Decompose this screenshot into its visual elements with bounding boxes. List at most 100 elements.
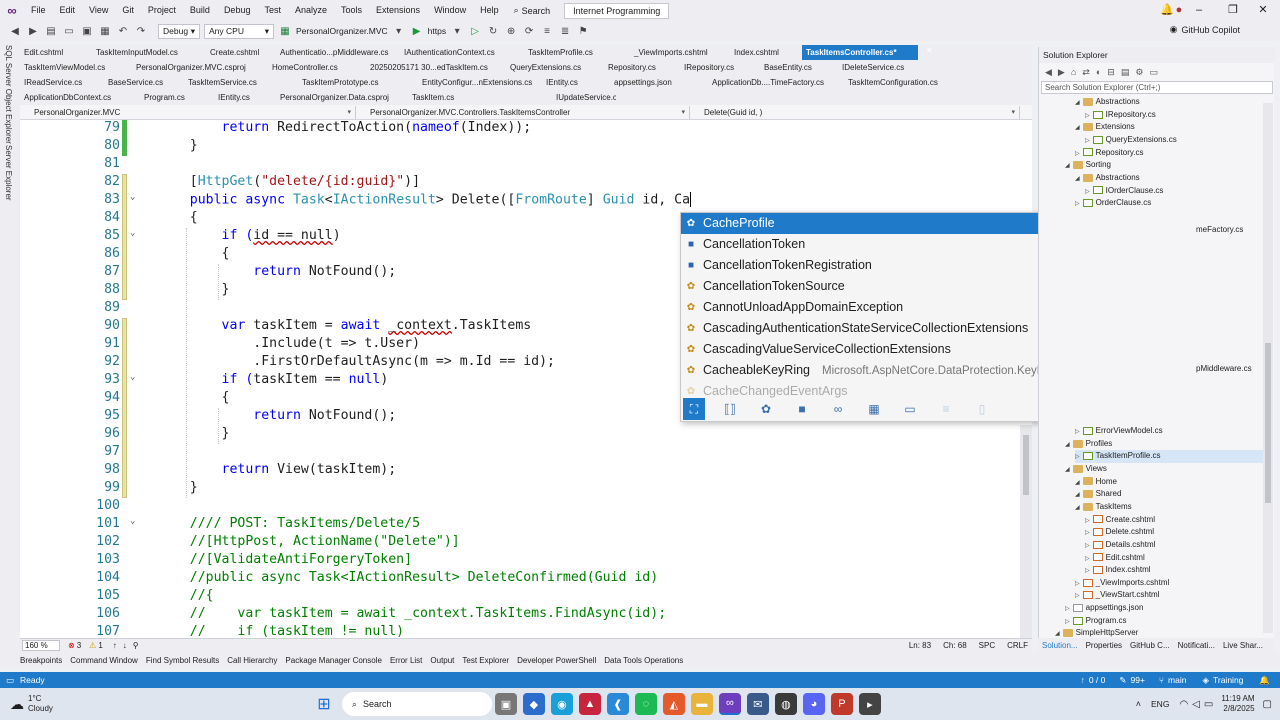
chevron-down-icon[interactable]: ◢: [1075, 505, 1080, 511]
document-tab[interactable]: TaskItem.cs: [408, 90, 552, 105]
hot-reload-icon[interactable]: ↻: [486, 24, 500, 38]
folder-icon[interactable]: ▬: [690, 693, 713, 715]
up-icon[interactable]: ↑: [113, 641, 117, 650]
scrollbar-thumb[interactable]: [1265, 343, 1271, 503]
config-dropdown[interactable]: Debug ▾: [158, 23, 200, 39]
refresh-icon[interactable]: ⟳: [522, 24, 536, 38]
fold-toggle-icon[interactable]: ⌄: [130, 228, 135, 238]
tree-item[interactable]: ▷ Details.cshtml: [1085, 539, 1263, 552]
code-format-icon[interactable]: ≡: [540, 24, 554, 38]
minimize-button[interactable]: –: [1182, 0, 1216, 21]
tree-item[interactable]: ▷ OrderClause.cs: [1075, 197, 1263, 210]
tree-item[interactable]: ◢ Views: [1065, 463, 1263, 476]
home-icon[interactable]: ⌂: [1071, 67, 1076, 77]
menu-debug[interactable]: Debug: [217, 0, 258, 21]
chevron-down-icon[interactable]: ◢: [1075, 480, 1080, 486]
fold-toggle-icon[interactable]: ⌄: [130, 372, 135, 382]
tree-item[interactable]: ▷ Repository.cs: [1075, 147, 1263, 160]
tree-item[interactable]: ▷ Edit.cshtml: [1085, 552, 1263, 565]
forward-icon[interactable]: ▶: [1058, 67, 1065, 78]
mail-icon[interactable]: ✉: [746, 693, 769, 715]
document-tab[interactable]: ApplicationDb....TimeFactory.cs: [708, 75, 844, 90]
chevron-down-icon[interactable]: ◢: [1075, 492, 1080, 498]
menu-extensions[interactable]: Extensions: [369, 0, 427, 21]
chevron-right-icon[interactable]: ▷: [1085, 556, 1090, 562]
menu-window[interactable]: Window: [427, 0, 473, 21]
powerpoint-icon[interactable]: P: [830, 693, 853, 715]
menu-help[interactable]: Help: [473, 0, 506, 21]
document-tab[interactable]: IEntity.cs: [542, 75, 610, 90]
panel-tab[interactable]: GitHub C...: [1130, 641, 1170, 650]
document-tab[interactable]: TaskItemsController.cs*: [802, 45, 918, 60]
bookmark-icon[interactable]: ⚑: [576, 24, 590, 38]
tree-item[interactable]: ◢ Profiles: [1065, 438, 1263, 451]
chevron-right-icon[interactable]: ▷: [1085, 113, 1090, 119]
chevron-right-icon[interactable]: ▷: [1075, 151, 1080, 157]
document-tab[interactable]: Repository.cs: [604, 60, 680, 75]
task-view-icon[interactable]: ▣: [494, 693, 517, 715]
close-button[interactable]: ✕: [1246, 0, 1280, 21]
namespace-filter-icon[interactable]: ▦: [863, 398, 885, 420]
chevron-down-icon[interactable]: ◢: [1055, 631, 1060, 637]
sql-server-object-explorer-tab[interactable]: SQL Server Object Explorer: [4, 45, 13, 144]
document-tab[interactable]: Index.cshtml: [730, 45, 802, 60]
expand-filter-icon[interactable]: ⛶: [683, 398, 705, 420]
document-tab[interactable]: PersonalOrganizer.MVC.csproj: [132, 60, 268, 75]
class-filter-icon[interactable]: ✿: [755, 398, 777, 420]
language-indicator[interactable]: ENG: [1151, 699, 1169, 709]
chevron-right-icon[interactable]: ▷: [1085, 543, 1090, 549]
menu-file[interactable]: File: [24, 0, 53, 21]
menu-tools[interactable]: Tools: [334, 0, 369, 21]
tree-item[interactable]: ▷ appsettings.json: [1065, 602, 1263, 615]
tree-item[interactable]: ▷ Create.cshtml: [1085, 514, 1263, 527]
fold-toggle-icon[interactable]: ⌄: [130, 192, 135, 202]
visual-studio-app-icon[interactable]: ∞: [718, 693, 741, 715]
panel-tab[interactable]: Solution...: [1042, 641, 1078, 650]
tree-item[interactable]: ◢ TaskItems: [1075, 501, 1263, 514]
chevron-right-icon[interactable]: ▷: [1065, 606, 1070, 612]
menu-project[interactable]: Project: [141, 0, 183, 21]
tree-item[interactable]: ▷ Program.cs: [1065, 615, 1263, 628]
battery-icon[interactable]: ▭: [1204, 699, 1213, 710]
panel-tab[interactable]: Properties: [1086, 641, 1122, 650]
down-icon[interactable]: ↓: [123, 641, 127, 650]
tool-window-tab[interactable]: Breakpoints: [20, 656, 62, 665]
server-explorer-tab[interactable]: Server Explorer: [4, 145, 13, 201]
browser-link-icon[interactable]: ⊕: [504, 24, 518, 38]
brave-icon[interactable]: ◭: [662, 693, 685, 715]
app-icon[interactable]: ▲: [578, 693, 601, 715]
document-tab[interactable]: EntityConfigur...nExtensions.cs: [418, 75, 542, 90]
tree-item[interactable]: ▷ IRepository.cs: [1085, 109, 1263, 122]
tree-item[interactable]: ▷ TaskItemProfile.cs: [1075, 450, 1263, 463]
snippet-filter-icon[interactable]: ⟦⟧: [719, 398, 741, 420]
project-tab[interactable]: Internet Programming: [564, 2, 670, 19]
chevron-right-icon[interactable]: ▷: [1075, 581, 1080, 587]
tool-window-tab[interactable]: Data Tools Operations: [604, 656, 683, 665]
menu-edit[interactable]: Edit: [53, 0, 83, 21]
tool-window-tab[interactable]: Call Hierarchy: [227, 656, 277, 665]
tree-item[interactable]: ▷ QueryExtensions.cs: [1085, 134, 1263, 147]
clock[interactable]: 11:19 AM 2/8/2025: [1221, 694, 1254, 714]
document-tab[interactable]: _ViewImports.cshtml: [630, 45, 730, 60]
show-all-files-icon[interactable]: ▤: [1121, 67, 1130, 78]
chevron-down-icon[interactable]: ◢: [1065, 442, 1070, 448]
document-tab[interactable]: TaskItemPrototype.cs: [298, 75, 418, 90]
menu-git[interactable]: Git: [115, 0, 141, 21]
document-tab[interactable]: 20250205171 30...edTaskItem.cs: [366, 60, 506, 75]
tool-window-tab[interactable]: Test Explorer: [462, 656, 509, 665]
tool-window-tab[interactable]: Developer PowerShell: [517, 656, 596, 665]
document-tab[interactable]: BaseEntity.cs: [760, 60, 838, 75]
panel-tab[interactable]: Notificati...: [1178, 641, 1215, 650]
tree-item[interactable]: ▷ ErrorViewModel.cs: [1075, 425, 1263, 438]
local-filter-icon[interactable]: ▯: [971, 398, 993, 420]
chevron-right-icon[interactable]: ▷: [1065, 619, 1070, 625]
document-tab[interactable]: TaskItemProfile.cs: [524, 45, 630, 60]
notification-center-icon[interactable]: ▢: [1263, 699, 1272, 710]
preview-icon[interactable]: ▭: [1149, 67, 1158, 78]
chevron-right-icon[interactable]: ▷: [1085, 530, 1090, 536]
github-desktop-icon[interactable]: ◍: [774, 693, 797, 715]
tree-item[interactable]: ◢ Abstractions: [1075, 96, 1263, 109]
document-tab[interactable]: IRepository.cs: [680, 60, 760, 75]
tool-window-tab[interactable]: Command Window: [70, 656, 138, 665]
editor-scrollbar[interactable]: [1020, 425, 1032, 638]
